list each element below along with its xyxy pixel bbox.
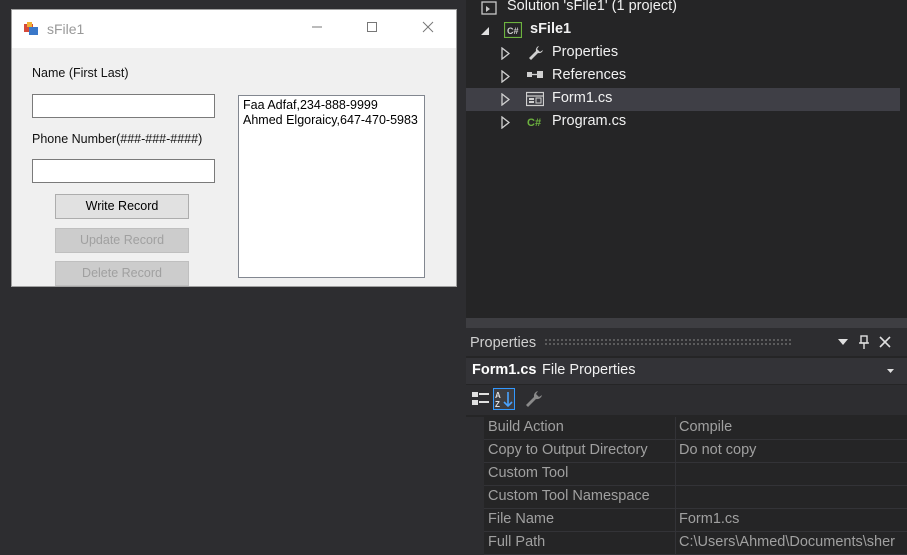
chevron-down-icon[interactable]: [480, 26, 490, 36]
solution-explorer: Solution 'sFile1' (1 project) C# sFile1 …: [466, 0, 907, 328]
scrollbar-thumb[interactable]: [466, 319, 900, 327]
app-icon: [24, 22, 38, 35]
property-grid-gutter: [466, 417, 484, 553]
dropdown-arrow-icon[interactable]: [838, 339, 848, 345]
form-icon: [526, 91, 544, 107]
column-divider: [675, 463, 676, 486]
property-row[interactable]: Custom Tool Namespace: [484, 486, 907, 509]
form-title: sFile1: [47, 21, 85, 37]
form-window: sFile1 Name (First Last) Phone Number(##…: [11, 9, 457, 287]
pin-icon[interactable]: [858, 335, 870, 349]
close-icon: [422, 21, 434, 33]
phone-input[interactable]: [32, 159, 215, 183]
tree-item-label: Properties: [552, 44, 619, 60]
solution-icon: [481, 1, 497, 15]
tree-item-label: Form1.cs: [552, 90, 613, 106]
column-divider: [675, 417, 676, 440]
property-row[interactable]: File Name Form1.cs: [484, 509, 907, 532]
property-name: Build Action: [488, 419, 564, 435]
references-icon: [527, 71, 543, 78]
property-value[interactable]: C:\Users\Ahmed\Documents\sher: [679, 534, 895, 550]
property-name: Full Path: [488, 534, 546, 550]
chevron-right-icon[interactable]: [501, 116, 510, 129]
update-record-button[interactable]: Update Record: [55, 228, 189, 253]
property-name: Copy to Output Directory: [488, 442, 648, 458]
object-name: Form1.cs: [472, 362, 537, 378]
write-record-button[interactable]: Write Record: [55, 194, 189, 219]
property-value[interactable]: Form1.cs: [679, 511, 739, 527]
svg-text:Z: Z: [495, 400, 500, 409]
csharp-file-icon: C#: [527, 117, 541, 129]
tree-item-label: Program.cs: [552, 113, 627, 129]
tree-item-label: References: [552, 67, 627, 83]
list-item[interactable]: Ahmed Elgoraicy,647-470-5983: [243, 113, 420, 128]
close-button[interactable]: [405, 10, 451, 48]
chevron-right-icon[interactable]: [501, 70, 510, 83]
tree-item-references[interactable]: References: [466, 65, 900, 88]
column-divider: [675, 486, 676, 509]
column-divider: [675, 532, 676, 555]
properties-title: Properties: [470, 335, 537, 351]
property-value[interactable]: Compile: [679, 419, 732, 435]
property-row[interactable]: Full Path C:\Users\Ahmed\Documents\sher: [484, 532, 907, 555]
property-row[interactable]: Custom Tool: [484, 463, 907, 486]
close-icon[interactable]: [879, 336, 891, 348]
chevron-down-icon[interactable]: [887, 369, 894, 373]
tree-item-properties[interactable]: Properties: [466, 42, 900, 65]
property-row[interactable]: Copy to Output Directory Do not copy: [484, 440, 907, 463]
svg-text:C#: C#: [527, 117, 541, 129]
form-titlebar[interactable]: sFile1: [12, 10, 456, 48]
property-name: Custom Tool: [488, 465, 569, 481]
properties-header[interactable]: Properties: [466, 328, 907, 356]
name-input[interactable]: [32, 94, 215, 118]
name-label: Name (First Last): [32, 66, 129, 80]
drag-grip[interactable]: [544, 338, 792, 347]
property-row[interactable]: Build Action Compile: [484, 417, 907, 440]
wrench-icon: [529, 46, 543, 60]
wrench-icon: [526, 391, 542, 407]
project-node[interactable]: C# sFile1: [466, 19, 900, 42]
object-type: File Properties: [542, 362, 636, 378]
property-pages-button[interactable]: [523, 388, 545, 410]
minimize-icon: [312, 26, 322, 28]
list-item[interactable]: Faa Adfaf,234-888-9999: [243, 98, 420, 113]
categorized-icon: [472, 392, 489, 405]
delete-record-button[interactable]: Delete Record: [55, 261, 189, 286]
svg-text:C#: C#: [507, 26, 519, 36]
solution-node[interactable]: Solution 'sFile1' (1 project): [466, 0, 900, 19]
chevron-right-icon[interactable]: [501, 47, 510, 60]
property-grid: Build Action Compile Copy to Output Dire…: [484, 417, 907, 555]
column-divider: [675, 440, 676, 463]
csharp-project-icon: C#: [504, 22, 522, 38]
minimize-button[interactable]: [294, 10, 340, 48]
alphabetical-button[interactable]: A Z: [493, 388, 515, 410]
categorized-button[interactable]: [470, 388, 492, 410]
object-selector[interactable]: Form1.cs File Properties: [466, 358, 907, 384]
chevron-right-icon[interactable]: [501, 93, 510, 106]
alphabetical-icon: A Z: [495, 391, 513, 409]
horizontal-scrollbar[interactable]: [466, 318, 907, 328]
svg-text:A: A: [495, 391, 501, 400]
property-value[interactable]: Do not copy: [679, 442, 756, 458]
project-label: sFile1: [530, 21, 572, 37]
tree-item-form1[interactable]: Form1.cs: [466, 88, 900, 111]
solution-label: Solution 'sFile1' (1 project): [507, 0, 677, 14]
property-name: File Name: [488, 511, 555, 527]
maximize-icon: [367, 22, 377, 32]
properties-toolbar: A Z: [466, 385, 907, 415]
property-name: Custom Tool Namespace: [488, 488, 650, 504]
properties-panel: Properties Form1.cs File Properties A Z …: [466, 328, 907, 555]
column-divider: [675, 509, 676, 532]
records-listbox[interactable]: Faa Adfaf,234-888-9999 Ahmed Elgoraicy,6…: [238, 95, 425, 278]
maximize-button[interactable]: [349, 10, 395, 48]
phone-label: Phone Number(###-###-####): [32, 132, 203, 146]
tree-item-program[interactable]: C# Program.cs: [466, 111, 900, 134]
